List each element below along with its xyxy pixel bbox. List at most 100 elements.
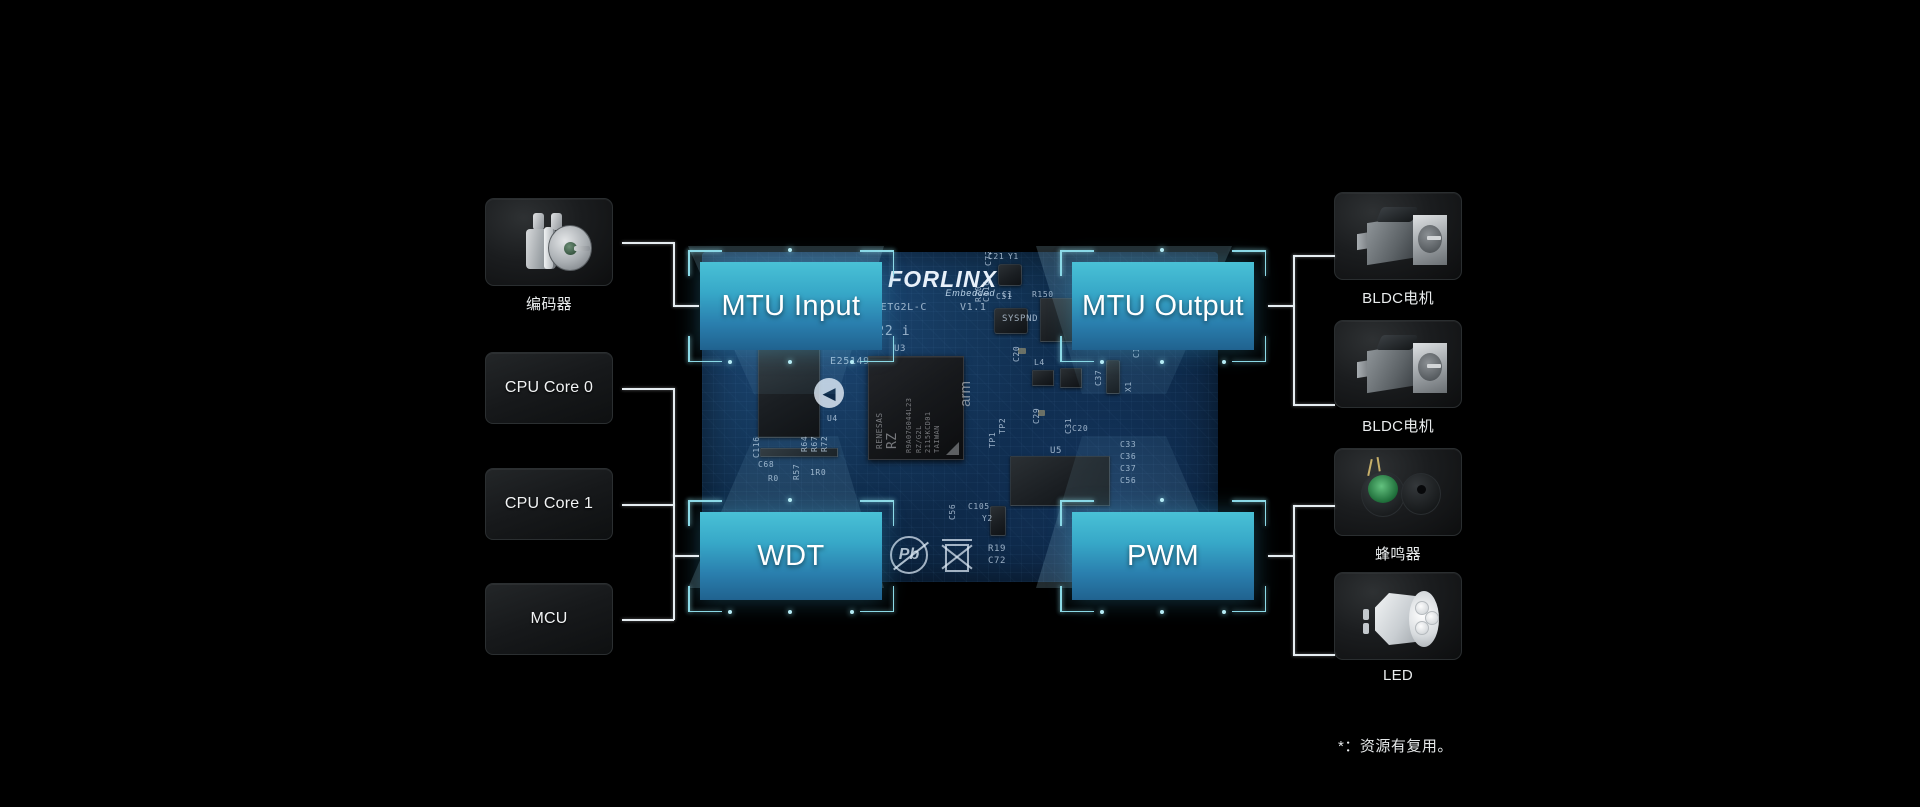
panel-pwm[interactable]: PWM [1072, 512, 1254, 600]
connector-bldc2-stub [1293, 404, 1335, 406]
connector-right-bracket-1-spine [1293, 255, 1295, 405]
forlinx-brand-logo: FORLINX Embedded [862, 266, 997, 298]
connector-u5 [1010, 456, 1110, 506]
brand-subtitle: Embedded [945, 288, 996, 298]
right-item-bldc-motor-2[interactable]: BLDC电机 [1334, 320, 1462, 436]
connector-encoder-seg-h2 [673, 305, 699, 307]
connector-right-bracket-2-spine [1293, 505, 1295, 655]
refdes-c105: C68 [758, 460, 775, 469]
bldc-motor-icon [1334, 320, 1462, 408]
left-item-cpu-core-0-label: CPU Core 0 [504, 379, 594, 396]
right-item-bldc-motor-2-label: BLDC电机 [1362, 418, 1434, 435]
soc-pin1-corner-icon [946, 442, 959, 455]
bldc-motor-icon [1334, 192, 1462, 280]
test-pad-tp1 [1018, 348, 1026, 354]
pin-header [760, 448, 838, 457]
soc-part-number: R9A07G044L23 [905, 397, 913, 453]
inductor-l4 [1032, 370, 1054, 386]
connector-mtuout-in [1268, 305, 1294, 307]
refdes-r19: R19 [988, 544, 1007, 554]
soc-arch-mark: arm [957, 381, 974, 407]
refdes-tp15: TP1 [988, 431, 997, 448]
refdes-r77: R0 [768, 474, 779, 483]
board-revision: V1.1 [960, 302, 987, 313]
refdes-c29: C37 [1120, 464, 1137, 473]
refdes-c21: C31 [996, 292, 1013, 301]
diagram-canvas: 编码器 CPU Core 0 CPU Core 1 MCU BLDC电机 BLD [0, 0, 1920, 807]
crystal-y1 [998, 264, 1022, 286]
soc-part-number-2: RZ/G2L [915, 425, 923, 453]
connector-pwm-in [1268, 555, 1294, 557]
connector-mcu-stub [622, 619, 674, 621]
connector-left-bracket-out [673, 555, 699, 557]
buzzer-icon [1334, 448, 1462, 536]
crystal-x1 [1106, 360, 1120, 394]
refdes-u5: U5 [1050, 446, 1063, 456]
refdes-r57: R57 [792, 463, 801, 480]
direction-arrow-icon: ◀ [814, 378, 844, 408]
refdes-l4: L4 [1034, 358, 1045, 367]
connector-led-stub [1293, 654, 1335, 656]
connector-cpu0-stub [622, 388, 674, 390]
component-c37 [1060, 368, 1082, 388]
left-item-encoder[interactable]: 编码器 [485, 198, 613, 314]
refdes-x1: X1 [1124, 381, 1133, 392]
panel-mtu-output[interactable]: MTU Output [1072, 262, 1254, 350]
panel-wdt[interactable]: WDT [700, 512, 882, 600]
rotary-encoder-icon [485, 198, 613, 286]
refdes-c1: C1 [1002, 290, 1013, 299]
panel-wdt-label: WDT [757, 539, 825, 572]
panel-mtu-output-label: MTU Output [1082, 289, 1244, 322]
right-item-led-label: LED [1382, 667, 1414, 684]
right-item-bldc-motor-1[interactable]: BLDC电机 [1334, 192, 1462, 308]
left-item-mcu[interactable]: MCU [485, 583, 613, 655]
left-item-cpu-core-1[interactable]: CPU Core 1 [485, 468, 613, 540]
connector-left-bracket-spine [673, 388, 675, 620]
right-item-bldc-motor-1-label: BLDC电机 [1362, 290, 1434, 307]
led-bulb-icon [1334, 572, 1462, 660]
connector-buzzer-stub [1293, 505, 1335, 507]
pb-free-icon: Pb [890, 536, 929, 574]
connector-bldc1-stub [1293, 255, 1335, 257]
left-item-cpu-core-0[interactable]: CPU Core 0 [485, 352, 613, 424]
refdes-i02: 1R0 [810, 468, 827, 477]
panel-mtu-input[interactable]: MTU Input [700, 262, 882, 350]
refdes-tp5: C31 [1064, 417, 1073, 434]
refdes-u4: U4 [827, 414, 838, 423]
inductor-1r0 [994, 308, 1028, 334]
soc-package: RENESAS RZ R9A07G044L23 RZ/G2L 2115KCD01… [868, 356, 974, 460]
right-item-buzzer[interactable]: 蜂鸣器 [1334, 448, 1462, 564]
refdes-tp13: C105 [968, 502, 990, 511]
connector-encoder-seg-v [673, 242, 675, 306]
left-item-mcu-label: MCU [530, 610, 568, 627]
left-item-encoder-label: 编码器 [526, 296, 572, 313]
test-pad-tp4 [1038, 410, 1045, 416]
right-item-buzzer-label: 蜂鸣器 [1375, 546, 1421, 563]
soc-origin: TAIWAN [933, 425, 941, 453]
refdes-y1: Y1 [1008, 252, 1019, 261]
refdes-c37: C37 [1094, 369, 1103, 386]
refdes-c27: C56 [1120, 476, 1137, 485]
soc-family: RZ [885, 432, 900, 449]
panel-mtu-input-label: MTU Input [721, 289, 861, 322]
refdes-tp12: C72 [984, 252, 993, 266]
refdes-c72: C72 [988, 556, 1007, 566]
refdes-c20: C20 [1072, 424, 1089, 433]
crystal-y2 [990, 506, 1006, 536]
connector-encoder-seg-h1 [622, 242, 674, 244]
connector-cpu1-stub [622, 504, 674, 506]
soc-vendor: RENESAS [875, 412, 884, 449]
footnote-text: *：资源有复用。 [1338, 738, 1453, 755]
refdes-c33: C33 [1120, 440, 1137, 449]
refdes-c68: C56 [948, 503, 957, 520]
right-item-led[interactable]: LED [1334, 572, 1462, 684]
weee-crossed-bin-icon [941, 536, 973, 574]
panel-pwm-label: PWM [1126, 539, 1200, 572]
shield-can [758, 340, 820, 438]
refdes-c31: C36 [1120, 452, 1137, 461]
refdes-u3: U3 [894, 344, 907, 354]
refdes-tp3: C21 [988, 252, 1005, 261]
refdes-tp16: TP2 [998, 417, 1007, 434]
left-item-cpu-core-1-label: CPU Core 1 [504, 495, 594, 512]
soc-lot-code: 2115KCD01 [924, 411, 932, 453]
